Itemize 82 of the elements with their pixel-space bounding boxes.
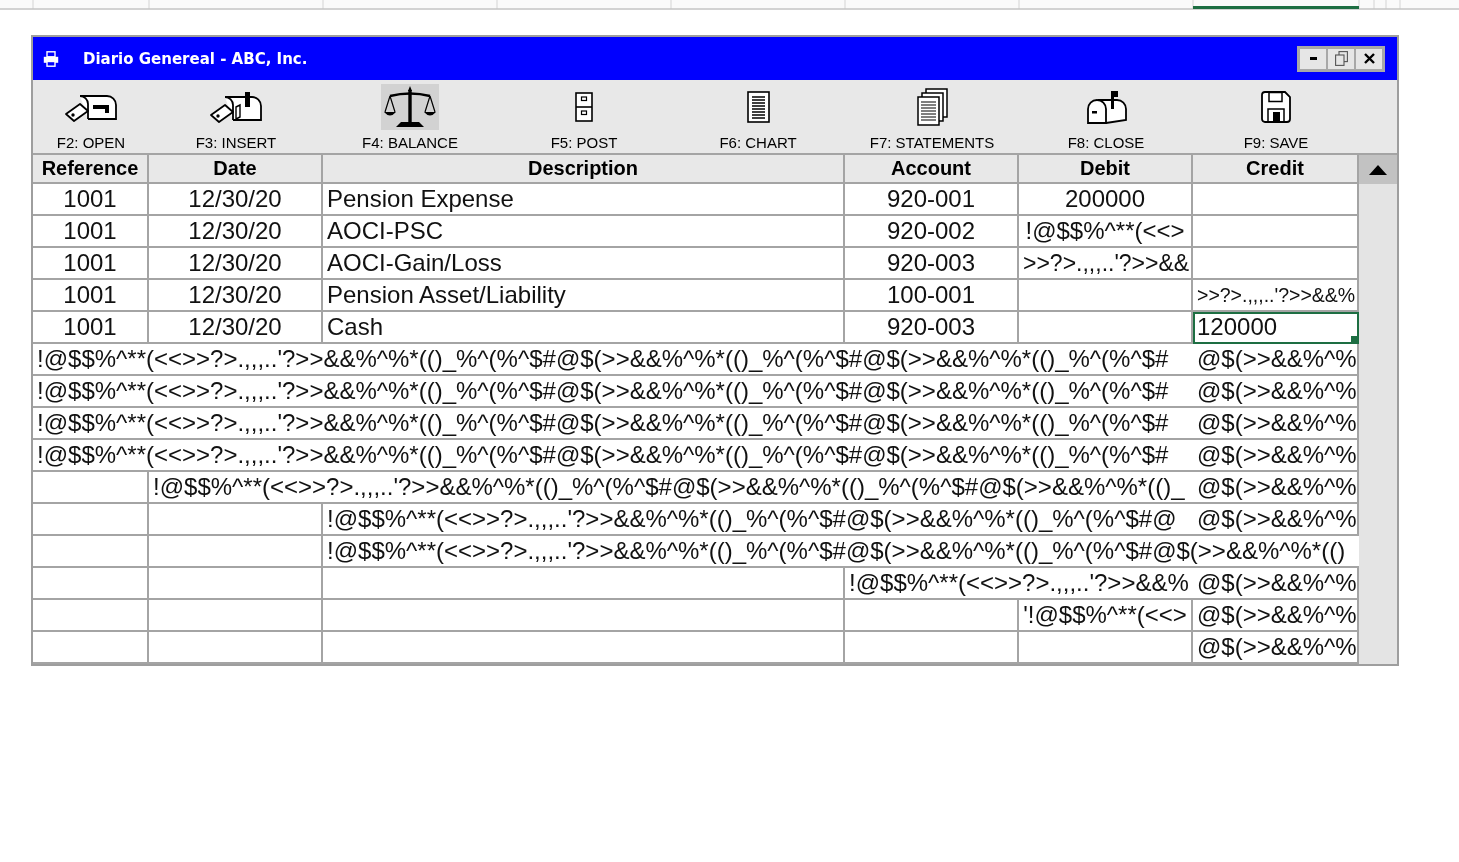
table-cell[interactable] [845,632,1019,664]
table-cell[interactable]: Pension Asset/Liability [323,280,845,312]
table-cell[interactable]: 12/30/20 [149,216,323,248]
scrollbar[interactable] [1359,155,1397,664]
toolbar-button[interactable]: F9: SAVE [1193,80,1359,153]
column-header: Account [845,155,1019,184]
table-cell[interactable]: >>?>.,,,..'?>>&&% [1193,280,1359,312]
table-cell[interactable] [33,504,149,536]
window-title: Diario Genereal - ABC, Inc. [83,49,308,68]
toolbar-button[interactable]: F7: STATEMENTS [845,80,1019,153]
table-cell[interactable] [1019,632,1193,664]
table-cell[interactable]: 100-001 [845,280,1019,312]
table-cell[interactable]: !@$$%^**(<<> [1019,216,1193,248]
close-icon [1363,53,1375,64]
table-cell[interactable]: >>?>.,,,..'?>>&& [1019,248,1193,280]
table-cell[interactable]: 12/30/20 [149,312,323,344]
table-cell[interactable] [1019,280,1193,312]
table-cell[interactable]: 920-001 [845,184,1019,216]
column-header: Reference [33,155,149,184]
table-cell[interactable] [149,504,323,536]
scroll-up-button[interactable] [1359,155,1397,184]
table-cell[interactable]: 12/30/20 [149,248,323,280]
table-cell[interactable]: AOCI-PSC [323,216,845,248]
table-cell[interactable] [149,632,323,664]
table-cell[interactable]: 920-003 [845,248,1019,280]
table-cell[interactable] [33,536,149,568]
table-cell[interactable] [1193,248,1359,280]
table-cell[interactable]: Pension Expense [323,184,845,216]
toolbar-button[interactable]: F2: OPEN [33,80,149,153]
table-cell[interactable] [1193,216,1359,248]
table-cell[interactable] [845,600,1019,632]
table-cell[interactable]: 1001 [33,312,149,344]
table-cell[interactable]: @$(>>&&%^% [1193,600,1359,632]
toolbar-button[interactable]: F4: BALANCE [323,80,497,153]
table-cell[interactable]: 1001 [33,280,149,312]
column-header: Date [149,155,323,184]
up-arrow-icon [1369,164,1387,175]
table-cell[interactable]: 1001 [33,248,149,280]
column-header: Description [323,155,845,184]
table-cell[interactable]: 12/30/20 [149,184,323,216]
toolbar-button[interactable]: F6: CHART [671,80,845,153]
table-cell[interactable] [323,600,845,632]
table-cell[interactable]: '!@$$%^**(<<> [1019,600,1193,632]
table-cell[interactable] [323,632,845,664]
table-cell[interactable]: @$(>>&&%^% [1193,632,1359,664]
table-cell[interactable]: @$(>>&&%^% [1193,568,1359,600]
toolbar-button[interactable]: F3: INSERT [149,80,323,153]
table-cell[interactable]: 1001 [33,216,149,248]
table-cell[interactable]: @$(>>&&%^% [1193,408,1359,440]
table-cell[interactable] [323,568,845,600]
minimize-icon [1309,57,1317,60]
table-cell[interactable]: @$(>>&&%^% [1193,504,1359,536]
restore-button[interactable] [1328,48,1354,69]
table-cell[interactable]: @$(>>&&%^% [1193,472,1359,504]
table-cell[interactable]: @$(>>&&%^% [1193,344,1359,376]
table-cell[interactable]: @$(>>&&%^% [1193,376,1359,408]
table-cell[interactable]: AOCI-Gain/Loss [323,248,845,280]
table-cell[interactable]: 12/30/20 [149,280,323,312]
table-cell[interactable]: 200000 [1019,184,1193,216]
table-cell[interactable] [1019,312,1193,344]
table-cell[interactable]: 120000 [1193,312,1359,344]
table-cell[interactable] [33,568,149,600]
column-header: Debit [1019,155,1193,184]
table-cell[interactable] [33,600,149,632]
table-cell[interactable]: 920-002 [845,216,1019,248]
table-cell[interactable]: 1001 [33,184,149,216]
table-cell[interactable] [33,632,149,664]
table-cell[interactable]: Cash [323,312,845,344]
minimize-button[interactable] [1300,48,1326,69]
restore-icon [1334,51,1348,66]
table-cell[interactable] [1193,184,1359,216]
column-header: Credit [1193,155,1359,184]
printer-icon [43,50,59,67]
table-cell[interactable] [149,568,323,600]
table-cell[interactable]: 920-003 [845,312,1019,344]
toolbar-button[interactable]: F5: POST [497,80,671,153]
table-cell[interactable] [33,472,149,504]
close-button[interactable] [1356,48,1382,69]
toolbar-button[interactable]: F8: CLOSE [1019,80,1193,153]
table-cell[interactable] [149,536,323,568]
table-cell[interactable] [149,600,323,632]
table-cell[interactable]: @$(>>&&%^% [1193,440,1359,472]
